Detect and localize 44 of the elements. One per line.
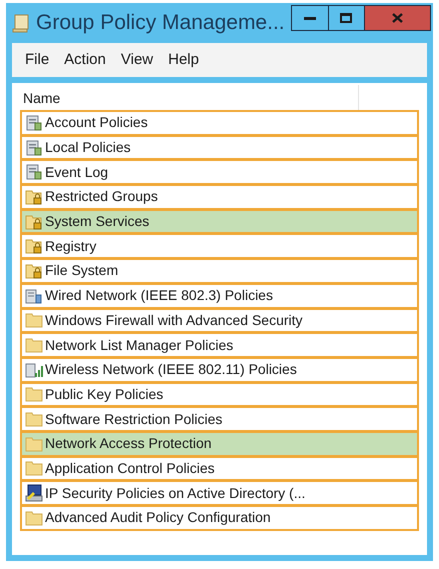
list-row[interactable]: Windows Firewall with Advanced Security: [20, 308, 419, 334]
locked-folder-icon: [25, 188, 43, 206]
menu-item[interactable]: Help: [161, 48, 206, 72]
document-icon: [25, 114, 43, 132]
list-row[interactable]: Event Log: [20, 159, 419, 186]
maximize-button[interactable]: [328, 5, 365, 31]
document-icon: [25, 163, 43, 182]
folder-icon: [25, 311, 43, 330]
list-row[interactable]: Network List Manager Policies: [20, 332, 419, 358]
list-row[interactable]: Wired Network (IEEE 802.3) Policies: [20, 282, 419, 308]
folder-icon: [25, 410, 43, 428]
computer-icon: [25, 484, 43, 502]
window-title: Group Policy Manageme...: [36, 10, 285, 36]
list-row[interactable]: File System: [20, 258, 419, 284]
list-row[interactable]: Local Policies: [20, 134, 419, 160]
menu-item[interactable]: View: [114, 48, 160, 72]
close-icon: [392, 13, 403, 23]
folder-icon: [25, 508, 43, 527]
menu-item[interactable]: File: [18, 48, 56, 72]
menu-item[interactable]: Action: [57, 48, 113, 72]
signal-bars-icon: [25, 360, 43, 379]
folder-icon: [25, 336, 43, 354]
close-button[interactable]: [364, 5, 431, 31]
locked-folder-icon: [25, 262, 43, 280]
list-row[interactable]: Public Key Policies: [20, 382, 419, 408]
list-row[interactable]: Application Control Policies: [20, 456, 419, 482]
locked-folder-icon: [25, 237, 43, 256]
list-row[interactable]: Software Restriction Policies: [20, 406, 419, 432]
document-icon: [25, 138, 43, 157]
list-row[interactable]: Network Access Protection: [20, 430, 419, 457]
list-row[interactable]: IP Security Policies on Active Directory (...: [20, 480, 419, 506]
folder-icon: [25, 385, 43, 404]
list-row[interactable]: System Services: [20, 208, 419, 234]
list-row[interactable]: Restricted Groups: [20, 184, 419, 210]
scroll-icon: [12, 13, 30, 33]
folder-icon: [25, 459, 43, 478]
network-icon: [25, 286, 43, 305]
list-row[interactable]: Registry: [20, 233, 419, 260]
list-row[interactable]: Wireless Network (IEEE 802.11) Policies: [20, 356, 419, 383]
folder-icon: [25, 434, 43, 453]
list-row[interactable]: Advanced Audit Policy Configuration: [20, 505, 419, 531]
locked-folder-icon: [25, 212, 43, 231]
list-row[interactable]: Account Policies: [20, 110, 419, 136]
minimize-button[interactable]: [290, 5, 329, 31]
